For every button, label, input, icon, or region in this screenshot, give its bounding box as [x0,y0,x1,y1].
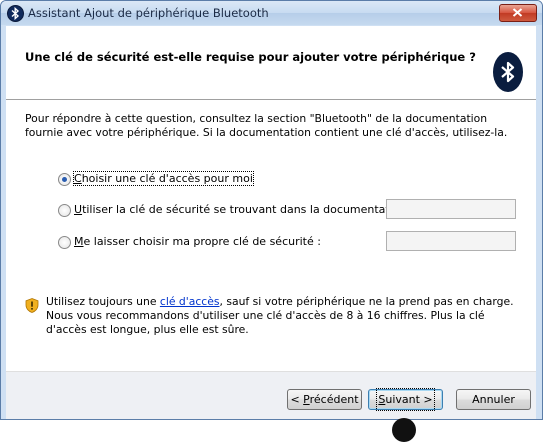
radio-choose-own-key[interactable] [58,236,71,249]
security-shield-icon [25,298,39,313]
wizard-window: Assistant Ajout de périphérique Bluetoot… [0,0,543,420]
title-bar[interactable]: Assistant Ajout de périphérique Bluetoot… [1,1,542,25]
wizard-footer: < Précédent Suivant > Annuler [6,371,536,419]
documentation-key-input[interactable] [386,199,516,219]
radio-use-documentation-key[interactable] [58,204,71,217]
intro-text: Pour répondre à cette question, consulte… [25,112,508,139]
wizard-content: Pour répondre à cette question, consulte… [6,100,536,371]
wizard-body: Une clé de sécurité est-elle requise pou… [6,26,536,419]
own-key-input[interactable] [386,231,516,251]
radio-choose-for-me[interactable] [58,173,71,186]
close-icon [512,8,523,17]
option-label[interactable]: Utiliser la clé de sécurité se trouvant … [74,203,414,216]
tip-text: Utilisez toujours une clé d'accès, sauf … [46,295,514,336]
next-button[interactable]: Suivant > [368,388,443,411]
wizard-header: Une clé de sécurité est-elle requise pou… [6,26,536,100]
page-title: Une clé de sécurité est-elle requise pou… [25,50,476,64]
previous-button[interactable]: < Précédent [287,389,362,410]
option-label[interactable]: Choisir une clé d'accès pour moi [73,171,254,186]
window-title: Assistant Ajout de périphérique Bluetoot… [28,6,269,20]
bluetooth-icon [7,5,24,22]
close-button[interactable] [499,4,537,22]
option-label[interactable]: Me laisser choisir ma propre clé de sécu… [74,235,321,248]
cancel-button[interactable]: Annuler [456,389,531,410]
bluetooth-icon [493,52,523,92]
background-shape [392,418,416,442]
passkey-link[interactable]: clé d'accès [160,295,220,308]
